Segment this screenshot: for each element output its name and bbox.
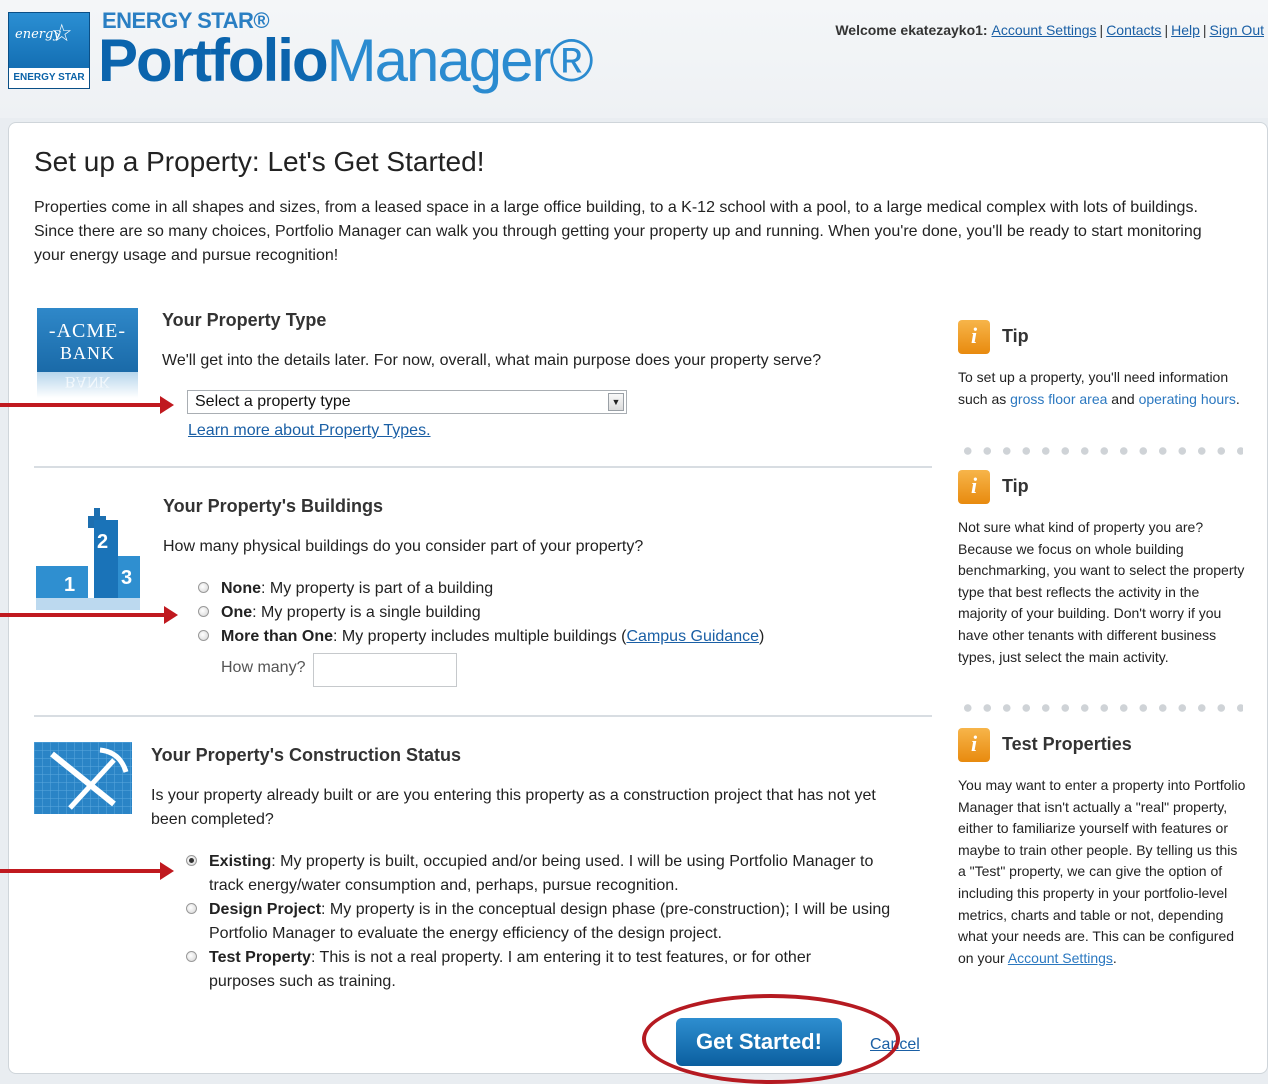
building-number-2: 2 (97, 531, 108, 553)
site-header: energy ☆ ENERGY STAR ENERGY STAR® Portfo… (0, 0, 1268, 118)
section-divider (34, 466, 932, 468)
test-properties-title: Test Properties (1002, 734, 1132, 754)
tip-info-icon: i (958, 320, 990, 354)
campus-guidance-link[interactable]: Campus Guidance (626, 628, 759, 645)
dotted-separator (958, 704, 1243, 712)
logo-band: ENERGY STAR (9, 68, 89, 88)
option-more-than-one-label: More than One: My property includes mult… (221, 628, 765, 645)
acme-bank-image: -ACME- BANK (37, 308, 138, 372)
page-title: Set up a Property: Let's Get Started! (34, 146, 485, 177)
energy-star-logo: energy ☆ ENERGY STAR (8, 12, 90, 89)
property-type-title: Your Property Type (162, 310, 327, 330)
construction-image (34, 742, 132, 814)
buildings-image: 1 2 3 (36, 508, 140, 610)
option-design-project-label: Design Project: My property is in the co… (209, 901, 891, 942)
tip-title: Tip (1002, 476, 1029, 496)
gross-floor-area-link[interactable]: gross floor area (1010, 391, 1107, 407)
buildings-question: How many physical buildings do you consi… (163, 538, 644, 555)
option-test-property-label: Test Property: This is not a real proper… (209, 949, 812, 990)
tip-title: Tip (1002, 326, 1029, 346)
radio-one[interactable] (198, 606, 209, 617)
account-settings-tip-link[interactable]: Account Settings (1008, 950, 1113, 966)
acme-reflection: BANK (37, 372, 138, 398)
annotation-arrow (0, 862, 174, 880)
product-title-part2: Manager® (326, 27, 594, 94)
dropdown-arrow-icon[interactable]: ▼ (608, 393, 624, 411)
contacts-link[interactable]: Contacts (1106, 22, 1161, 38)
welcome-text: Welcome ekatezayko1: (835, 22, 988, 38)
radio-design-project[interactable] (186, 903, 197, 914)
construction-question: Is your property already built or are yo… (151, 787, 876, 828)
cancel-link[interactable]: Cancel (870, 1036, 920, 1054)
dotted-separator (958, 447, 1243, 455)
radio-test-property[interactable] (186, 951, 197, 962)
acme-line1: -ACME- (48, 320, 127, 342)
user-links: Welcome ekatezayko1: Account Settings | Co… (835, 22, 1264, 38)
account-settings-link[interactable]: Account Settings (991, 22, 1096, 38)
learn-property-types-link[interactable]: Learn more about Property Types. (188, 419, 431, 443)
sign-out-link[interactable]: Sign Out (1210, 22, 1264, 38)
construction-title: Your Property's Construction Status (151, 745, 461, 765)
tip-text: Not sure what kind of property you are? … (958, 519, 1245, 665)
property-type-select-value: Select a property type (195, 393, 351, 410)
tip-text: You may want to enter a property into Po… (958, 777, 1246, 966)
acme-line2: BANK (59, 343, 115, 363)
annotation-arrow (0, 396, 174, 414)
help-link[interactable]: Help (1171, 22, 1200, 38)
property-type-question: We'll get into the details later. For no… (162, 352, 822, 369)
building-number-1: 1 (64, 574, 75, 596)
product-title: PortfolioManager® (98, 26, 594, 96)
radio-existing[interactable] (186, 855, 197, 866)
product-title-part1: Portfolio (98, 27, 329, 94)
star-icon: ☆ (51, 20, 73, 47)
option-existing-label: Existing: My property is built, occupied… (209, 853, 874, 894)
tip-info-icon: i (958, 470, 990, 504)
building-number-3: 3 (121, 567, 132, 589)
option-one-label: One: My property is a single building (221, 604, 481, 621)
option-none-label: None: My property is part of a building (221, 580, 494, 597)
operating-hours-link[interactable]: operating hours (1139, 391, 1236, 407)
get-started-button[interactable]: Get Started! (676, 1018, 842, 1066)
buildings-title: Your Property's Buildings (163, 496, 383, 516)
how-many-label: How many? (221, 659, 306, 676)
tip-text: To set up a property, you'll need inform… (958, 369, 1240, 407)
how-many-input[interactable] (313, 653, 457, 687)
radio-more-than-one[interactable] (198, 630, 209, 641)
annotation-arrow (0, 606, 178, 624)
property-type-select[interactable]: Select a property type ▼ (187, 390, 627, 414)
intro-text: Properties come in all shapes and sizes,… (34, 199, 1202, 264)
section-divider (34, 715, 932, 717)
radio-none[interactable] (198, 582, 209, 593)
tip-info-icon: i (958, 728, 990, 762)
